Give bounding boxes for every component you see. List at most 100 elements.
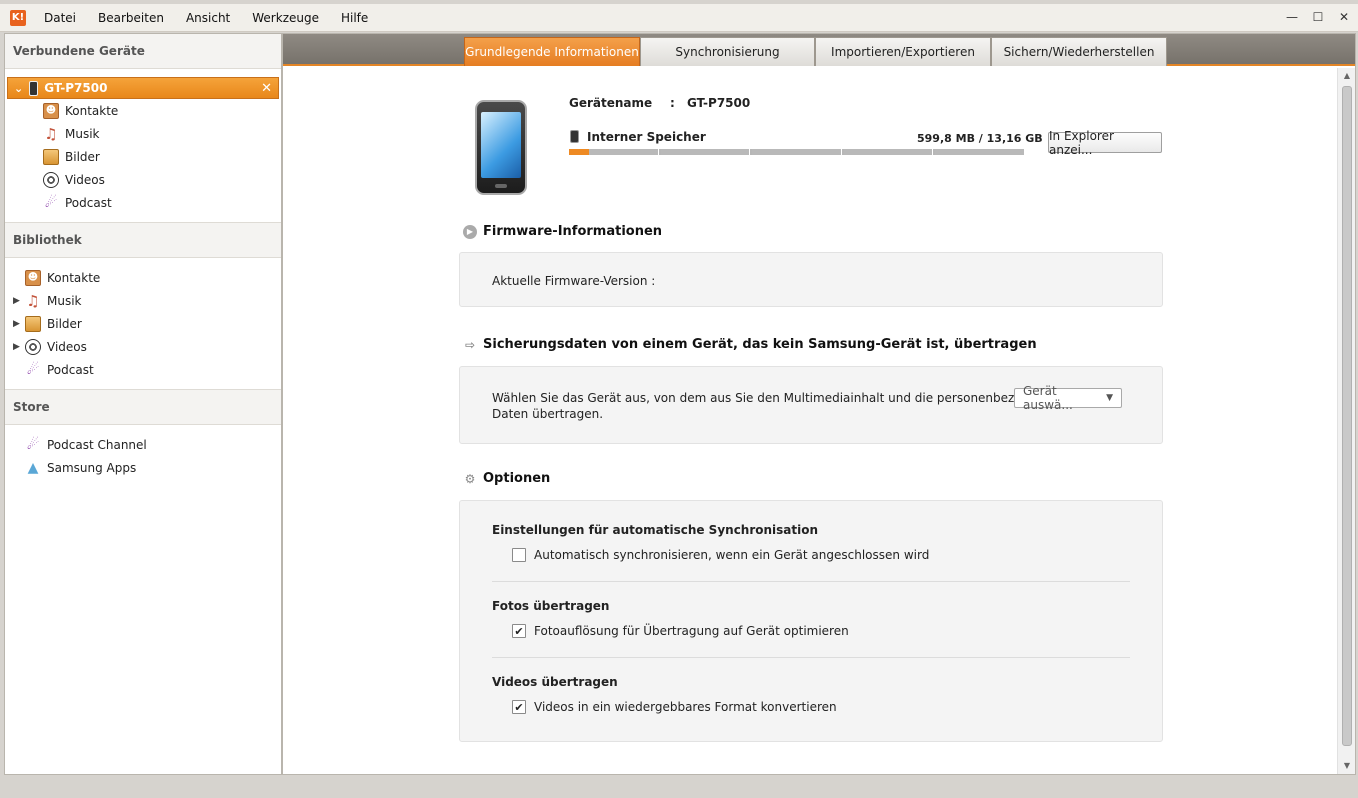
device-row-gt-p7500[interactable]: ⌄ GT-P7500 ✕ (7, 77, 279, 99)
store-item-label: Samsung Apps (47, 460, 137, 475)
library-item-label: Podcast (47, 362, 94, 377)
storage-value: 599,8 MB / 13,16 GB (917, 132, 1043, 145)
pictures-icon (25, 315, 41, 332)
scroll-up-icon[interactable]: ▲ (1338, 68, 1356, 84)
phone-icon (29, 80, 39, 96)
device-item-contacts[interactable]: ☻ Kontakte (5, 99, 281, 122)
library-item-label: Bilder (47, 316, 82, 331)
videos-heading: Videos übertragen (492, 675, 618, 689)
minimize-icon[interactable]: — (1286, 10, 1298, 24)
device-item-label: Videos (65, 172, 105, 187)
library-section: ☻ Kontakte ▶ ♫ Musik ▶ Bilder ▶ Videos ☄ Podca… (5, 258, 281, 390)
chevron-down-icon[interactable]: ⌄ (14, 82, 23, 95)
auto-sync-label: Automatisch synchronisieren, wenn ein Ge… (534, 548, 930, 562)
export-arrow-icon: ⇨ (464, 337, 476, 352)
podcast-icon: ☄ (44, 194, 58, 211)
transfer-section-title: ⇨ Sicherungsdaten von einem Gerät, das k… (464, 337, 1037, 352)
storage-phone-icon (570, 130, 579, 143)
tab-bar: Grundlegende Informationen Synchronisier… (283, 34, 1355, 66)
auto-sync-checkbox[interactable] (512, 548, 526, 562)
device-select-dropdown[interactable]: Gerät auswä... ▼ (1014, 384, 1122, 412)
store-header: Store (5, 390, 281, 425)
videos-option[interactable]: ✔ Videos in ein wiedergebbares Format ko… (512, 700, 837, 714)
videos-label: Videos in ein wiedergebbares Format konv… (534, 700, 837, 714)
device-item-label: Podcast (65, 195, 112, 210)
menu-bearbeiten[interactable]: Bearbeiten (98, 11, 164, 25)
storage-bar-fill (569, 149, 589, 155)
videos-checkbox[interactable]: ✔ (512, 700, 526, 714)
tab-backup-restore[interactable]: Sichern/Wiederherstellen (991, 37, 1167, 66)
photos-checkbox[interactable]: ✔ (512, 624, 526, 638)
device-name-value: GT-P7500 (687, 96, 751, 110)
library-item-label: Kontakte (47, 270, 101, 285)
dropdown-caret-icon: ▼ (1106, 393, 1113, 403)
music-icon: ♫ (44, 124, 58, 143)
podcast-channel-icon: ☄ (26, 436, 40, 453)
device-item-label: Kontakte (65, 103, 119, 118)
divider (492, 657, 1130, 658)
device-item-music[interactable]: ♫ Musik (5, 122, 281, 145)
library-item-label: Musik (47, 293, 82, 308)
store-section: ☄ Podcast Channel ▲ Samsung Apps (5, 425, 281, 487)
library-item-videos[interactable]: ▶ Videos (5, 335, 281, 358)
menu-ansicht[interactable]: Ansicht (186, 11, 230, 25)
scroll-thumb[interactable] (1342, 86, 1352, 746)
gear-icon: ⚙ (464, 471, 476, 486)
maximize-icon[interactable]: ☐ (1312, 10, 1324, 24)
device-item-label: Bilder (65, 149, 100, 164)
transfer-description-line1: Wählen Sie das Gerät aus, von dem aus Si… (492, 391, 1060, 405)
library-header: Bibliothek (5, 223, 281, 258)
chevron-right-icon[interactable]: ▶ (13, 319, 25, 329)
device-image (475, 100, 527, 195)
device-name-label: Gerätename (569, 96, 653, 110)
menu-datei[interactable]: Datei (44, 11, 76, 25)
device-item-videos[interactable]: Videos (5, 168, 281, 191)
tab-sync[interactable]: Synchronisierung (640, 37, 815, 66)
connected-devices-header: Verbundene Geräte (5, 34, 281, 69)
tab-import-export[interactable]: Importieren/Exportieren (815, 37, 991, 66)
device-name: GT-P7500 (44, 81, 108, 95)
store-item-samsung-apps[interactable]: ▲ Samsung Apps (5, 456, 281, 479)
photos-option[interactable]: ✔ Fotoauflösung für Übertragung auf Gerä… (512, 624, 849, 638)
firmware-panel: Aktuelle Firmware-Version : (459, 252, 1163, 307)
pictures-icon (43, 148, 59, 165)
auto-sync-heading: Einstellungen für automatische Synchroni… (492, 523, 819, 537)
disconnect-icon[interactable]: ✕ (261, 81, 272, 96)
storage-bar (569, 149, 1024, 155)
library-item-label: Videos (47, 339, 87, 354)
library-item-pictures[interactable]: ▶ Bilder (5, 312, 281, 335)
contacts-icon: ☻ (43, 102, 59, 119)
videos-icon (25, 338, 41, 355)
chevron-right-icon[interactable]: ▶ (13, 342, 25, 352)
main-pane: Grundlegende Informationen Synchronisier… (282, 33, 1356, 775)
library-item-contacts[interactable]: ☻ Kontakte (5, 266, 281, 289)
device-item-pictures[interactable]: Bilder (5, 145, 281, 168)
library-item-podcast[interactable]: ☄ Podcast (5, 358, 281, 381)
device-item-podcast[interactable]: ☄ Podcast (5, 191, 281, 214)
options-panel: Einstellungen für automatische Synchroni… (459, 500, 1163, 742)
play-circle-icon: ▶ (463, 224, 477, 239)
open-in-explorer-button[interactable]: In Explorer anzei... (1048, 129, 1162, 157)
kies-logo-icon: K! (10, 9, 26, 26)
transfer-description-line2: Daten übertragen. (492, 407, 604, 421)
sidebar: Verbundene Geräte ⌄ GT-P7500 ✕ ☻ Kontakte… (4, 33, 282, 775)
auto-sync-option[interactable]: Automatisch synchronisieren, wenn ein Ge… (512, 548, 929, 562)
chevron-right-icon[interactable]: ▶ (13, 296, 25, 306)
transfer-panel: Wählen Sie das Gerät aus, von dem aus Si… (459, 366, 1163, 444)
menu-bar: K! Datei Bearbeiten Ansicht Werkzeuge Hi… (0, 4, 1358, 32)
store-item-podcast-channel[interactable]: ☄ Podcast Channel (5, 433, 281, 456)
samsung-apps-icon: ▲ (27, 459, 39, 476)
close-window-icon[interactable]: ✕ (1338, 10, 1350, 24)
store-item-label: Podcast Channel (47, 437, 147, 452)
tab-basic-info[interactable]: Grundlegende Informationen (464, 37, 640, 66)
divider (492, 581, 1130, 582)
menu-hilfe[interactable]: Hilfe (341, 11, 368, 25)
scroll-down-icon[interactable]: ▼ (1338, 758, 1356, 774)
device-item-label: Musik (65, 126, 100, 141)
vertical-scrollbar[interactable]: ▲ ▼ (1337, 68, 1355, 774)
music-icon: ♫ (26, 291, 40, 310)
photos-heading: Fotos übertragen (492, 599, 610, 613)
menu-werkzeuge[interactable]: Werkzeuge (252, 11, 319, 25)
firmware-version-label: Aktuelle Firmware-Version : (492, 274, 656, 288)
library-item-music[interactable]: ▶ ♫ Musik (5, 289, 281, 312)
